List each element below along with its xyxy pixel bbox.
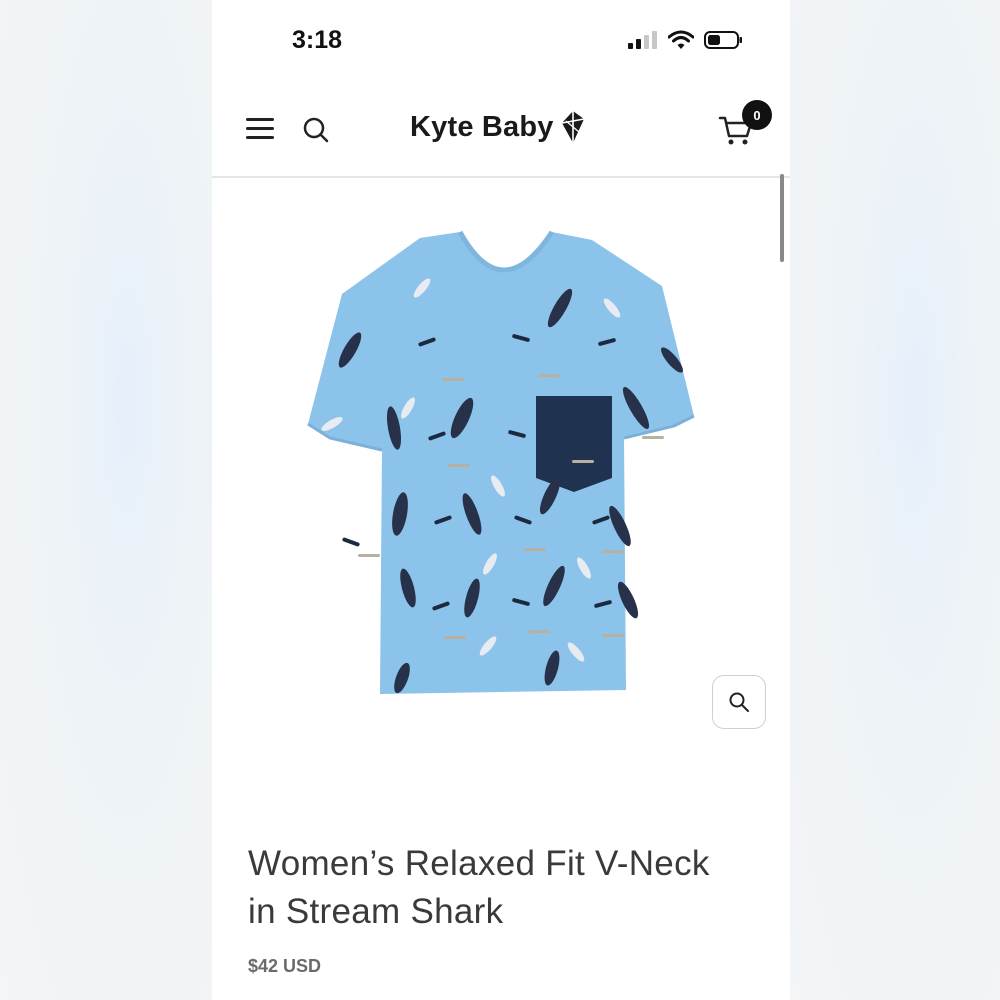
status-bar: 3:18 xyxy=(212,0,790,80)
battery-icon xyxy=(704,31,742,49)
zoom-button[interactable] xyxy=(712,675,766,729)
cart-count-badge: 0 xyxy=(742,100,772,130)
magnifier-icon xyxy=(729,692,749,712)
shirt-body xyxy=(308,232,694,694)
status-time: 3:18 xyxy=(292,26,343,54)
menu-button[interactable] xyxy=(246,118,274,140)
shirt-pocket xyxy=(536,396,612,492)
brand-logo[interactable]: Kyte Baby xyxy=(410,110,586,144)
scrollbar[interactable] xyxy=(780,174,784,262)
product-price: $42 USD xyxy=(248,956,322,976)
search-button[interactable] xyxy=(302,116,330,144)
product-title: Women’s Relaxed Fit V-Neck in Stream Sha… xyxy=(248,840,768,936)
wifi-icon xyxy=(668,30,694,49)
product-title-line-2: in Stream Shark xyxy=(248,892,504,931)
background-left xyxy=(0,0,212,1000)
brand-name: Kyte Baby xyxy=(410,110,554,143)
background-right xyxy=(790,0,1000,1000)
search-icon xyxy=(303,117,329,143)
cellular-signal-icon xyxy=(628,31,657,49)
kite-icon xyxy=(561,111,584,143)
product-title-line-1: Women’s Relaxed Fit V-Neck xyxy=(248,844,710,883)
status-icons xyxy=(628,30,744,50)
site-header: Kyte Baby 0 xyxy=(212,80,790,262)
product-image[interactable] xyxy=(302,228,702,698)
phone-screen: 3:18 Kyte Baby 0 Women’s Relaxed Fit V-N… xyxy=(212,0,790,1000)
